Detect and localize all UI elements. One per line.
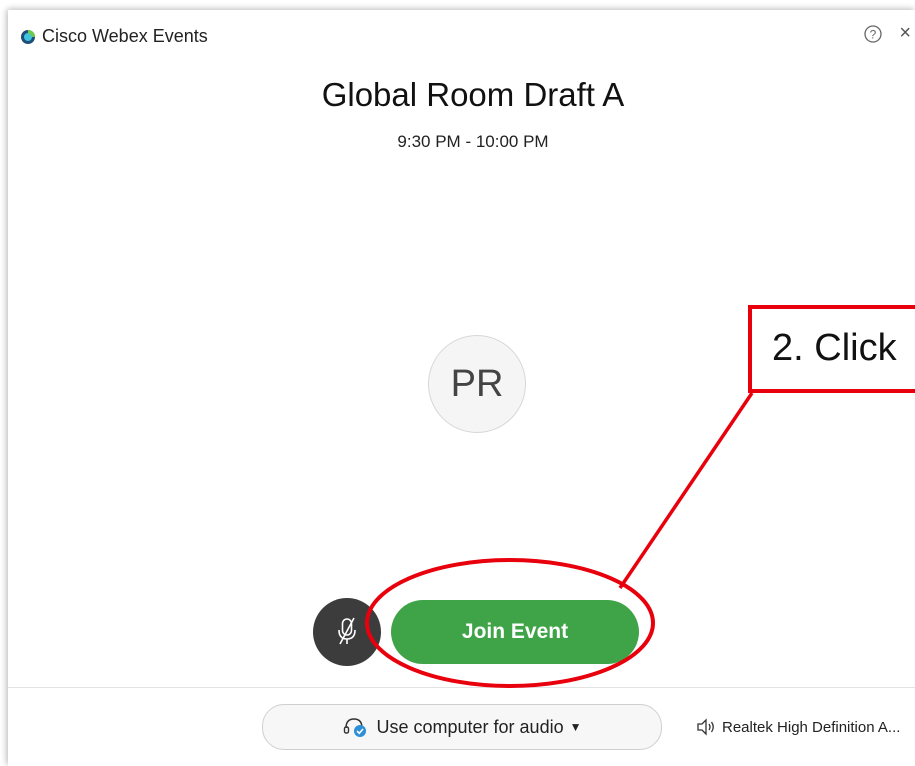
audio-select-label: Use computer for audio xyxy=(376,716,564,737)
avatar-initials: PR xyxy=(450,362,504,405)
svg-text:?: ? xyxy=(870,28,877,42)
webex-logo-icon xyxy=(21,30,35,44)
join-event-button[interactable]: Join Event xyxy=(391,600,639,664)
headset-icon xyxy=(343,718,366,737)
caret-down-icon: ▼ xyxy=(569,720,582,734)
avatar: PR xyxy=(428,335,526,433)
title-bar: Cisco Webex Events ? × xyxy=(8,10,915,60)
mic-off-icon xyxy=(338,617,356,645)
audio-footer: Use computer for audio ▼ Realtek High De… xyxy=(8,687,915,766)
annotation-callout-box: 2. Click xyxy=(748,305,915,393)
mute-button[interactable] xyxy=(313,598,381,666)
speaker-label: Realtek High Definition A... xyxy=(722,718,901,736)
audio-connection-select[interactable]: Use computer for audio ▼ xyxy=(262,704,662,750)
annotation-callout-text: 2. Click xyxy=(772,327,897,369)
help-icon[interactable]: ? xyxy=(863,24,883,44)
speaker-select[interactable]: Realtek High Definition A... xyxy=(696,718,900,736)
meeting-time: 9:30 PM - 10:00 PM xyxy=(397,132,549,151)
speaker-icon xyxy=(697,718,714,736)
app-title: Cisco Webex Events xyxy=(42,26,208,46)
close-button[interactable]: × xyxy=(899,23,911,43)
meeting-title: Global Room Draft A xyxy=(321,76,625,113)
